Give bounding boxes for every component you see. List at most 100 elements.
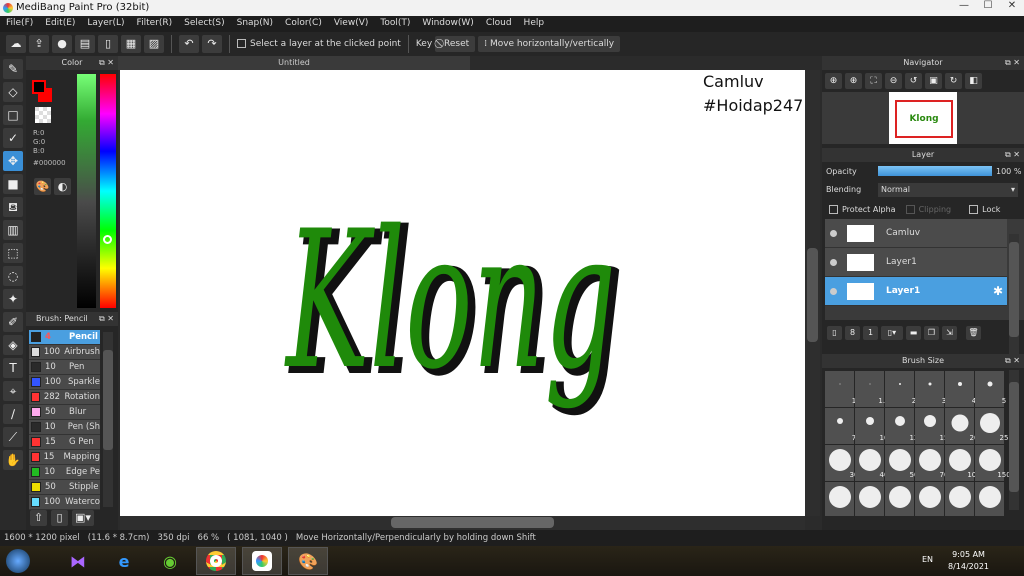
close-button[interactable]: ✕ xyxy=(1000,0,1024,16)
visibility-icon[interactable] xyxy=(830,229,837,237)
gear-icon[interactable]: ✱ xyxy=(993,284,1003,298)
bucket-tool-icon[interactable]: ⛾ xyxy=(3,197,23,217)
text-tool-icon[interactable]: T xyxy=(3,358,23,378)
brush-size-option[interactable]: 30 xyxy=(825,445,858,481)
brush-item[interactable]: 15 Mapping xyxy=(29,450,100,465)
move-hv-button[interactable]: ⁞ Move horizontally/vertically xyxy=(478,36,621,52)
saturation-slider[interactable] xyxy=(77,74,96,308)
brush-size-option[interactable] xyxy=(825,482,854,516)
palette-icon[interactable]: 🎨 xyxy=(34,178,51,195)
comment-icon[interactable]: ● xyxy=(52,35,72,53)
coccoc-browser-icon[interactable]: ◉ xyxy=(150,547,190,575)
new-brush-icon[interactable]: ▯ xyxy=(51,510,68,526)
redo-icon[interactable]: ↷ xyxy=(202,35,222,53)
brush-size-option[interactable]: 1 xyxy=(825,371,856,407)
operation-tool-icon[interactable]: ⌖ xyxy=(3,381,23,401)
dot-tool-icon[interactable]: ✓ xyxy=(3,128,23,148)
brush-tool-icon[interactable]: ✎ xyxy=(3,59,23,79)
lasso-tool-icon[interactable]: ◌ xyxy=(3,266,23,286)
brush-item[interactable]: 100 Waterco xyxy=(29,495,100,510)
menu-color[interactable]: Color(C) xyxy=(285,16,328,32)
checkbox-icon[interactable] xyxy=(237,39,246,48)
message-icon[interactable]: ▤ xyxy=(75,35,95,53)
brush-item[interactable]: 15 G Pen xyxy=(29,435,100,450)
panel-close-icon[interactable]: ⧉ ✕ xyxy=(1005,56,1020,70)
panel-close-icon[interactable]: ⧉ ✕ xyxy=(99,56,114,70)
language-indicator[interactable]: EN xyxy=(922,555,933,564)
brush-size-option[interactable]: 25 xyxy=(975,408,1008,444)
start-button-icon[interactable] xyxy=(0,547,36,575)
new-8bit-layer-icon[interactable]: 8 xyxy=(845,326,860,340)
brush-item[interactable]: 10 Pen xyxy=(29,360,100,375)
brush-size-scrollbar[interactable] xyxy=(1009,370,1019,510)
menu-select[interactable]: Select(S) xyxy=(184,16,231,32)
rotate-right-icon[interactable]: ↻ xyxy=(945,73,962,89)
menu-window[interactable]: Window(W) xyxy=(422,16,479,32)
menu-edit[interactable]: Edit(E) xyxy=(45,16,81,32)
eyedropper-tool-icon[interactable]: ⟋ xyxy=(3,427,23,447)
chrome-icon[interactable] xyxy=(196,547,236,575)
duplicate-layer-icon[interactable]: ❐ xyxy=(924,326,939,340)
menu-filter[interactable]: Filter(R) xyxy=(137,16,179,32)
cloud-icon[interactable]: ☁ xyxy=(6,35,26,53)
divide-tool-icon[interactable]: ∕ xyxy=(3,404,23,424)
select-pen-tool-icon[interactable]: ✐ xyxy=(3,312,23,332)
panel-close-icon[interactable]: ⧉ ✕ xyxy=(99,312,114,326)
brush-size-option[interactable]: 70 xyxy=(915,445,948,481)
brush-size-option[interactable]: 150 xyxy=(975,445,1011,481)
reset-view-icon[interactable]: ▣ xyxy=(925,73,942,89)
brush-size-option[interactable]: 2 xyxy=(885,371,916,407)
brush-size-option[interactable]: 12 xyxy=(885,408,918,444)
menu-view[interactable]: View(V) xyxy=(334,16,375,32)
brush-size-option[interactable]: 4 xyxy=(945,371,976,407)
opacity-slider[interactable] xyxy=(878,166,992,176)
undo-icon[interactable]: ↶ xyxy=(179,35,199,53)
medibang-icon[interactable] xyxy=(242,547,282,575)
cloud-brush-icon[interactable]: ⇧ xyxy=(30,510,47,526)
brush-size-option[interactable]: 7 xyxy=(825,408,856,444)
internet-explorer-icon[interactable]: e xyxy=(104,547,144,575)
panel-close-icon[interactable]: ⧉ ✕ xyxy=(1005,354,1020,368)
brush-size-option[interactable]: 10 xyxy=(855,408,888,444)
select-eraser-tool-icon[interactable]: ◈ xyxy=(3,335,23,355)
brush-size-option[interactable] xyxy=(945,482,974,516)
lock-checkbox[interactable]: Lock xyxy=(969,204,1000,214)
color-history-icon[interactable]: ◐ xyxy=(54,178,71,195)
brush-list-scrollbar[interactable] xyxy=(103,332,113,507)
hand-tool-icon[interactable]: ✋ xyxy=(3,450,23,470)
panel-close-icon[interactable]: ⧉ ✕ xyxy=(1005,148,1020,162)
flip-icon[interactable]: ◧ xyxy=(965,73,982,89)
brush-size-option[interactable] xyxy=(915,482,944,516)
rectangle-tool-icon[interactable]: □ xyxy=(3,105,23,125)
zoom-out-icon[interactable]: ⊖ xyxy=(885,73,902,89)
brush-item[interactable]: 100 Sparkle xyxy=(29,375,100,390)
brush-menu-icon[interactable]: ▣▾ xyxy=(72,510,94,526)
brush-item[interactable]: 10 Pen (Sh xyxy=(29,420,100,435)
navigator-preview[interactable]: Klong xyxy=(822,92,1024,144)
brush-size-option[interactable]: 40 xyxy=(855,445,888,481)
new-layer-icon[interactable]: ▯ xyxy=(827,326,842,340)
blending-select[interactable]: Normal ▾ xyxy=(878,182,1018,197)
eraser-tool-icon[interactable]: ◇ xyxy=(3,82,23,102)
select-layer-checkbox[interactable]: Select a layer at the clicked point xyxy=(237,39,401,49)
navigator-viewport[interactable]: Klong xyxy=(895,100,953,138)
select-tool-icon[interactable]: ⬚ xyxy=(3,243,23,263)
brush-size-option[interactable] xyxy=(855,482,884,516)
clock[interactable]: 9:05 AM 8/14/2021 xyxy=(948,549,989,573)
fill-rect-tool-icon[interactable]: ■ xyxy=(3,174,23,194)
layer-row[interactable]: Layer1 xyxy=(825,248,1007,277)
layer-list-scrollbar[interactable] xyxy=(1009,234,1019,354)
brush-size-option[interactable]: 3 xyxy=(915,371,946,407)
brush-size-option[interactable]: 100 xyxy=(945,445,981,481)
brush-size-option[interactable]: 20 xyxy=(945,408,978,444)
rotate-left-icon[interactable]: ↺ xyxy=(905,73,922,89)
brush-item[interactable]: 50 Stipple xyxy=(29,480,100,495)
menu-cloud[interactable]: Cloud xyxy=(486,16,518,32)
menu-tool[interactable]: Tool(T) xyxy=(380,16,416,32)
hue-slider[interactable] xyxy=(100,74,116,308)
brush-item[interactable]: 50 Blur xyxy=(29,405,100,420)
minimize-button[interactable]: — xyxy=(952,0,976,16)
paint-icon[interactable]: 🎨 xyxy=(288,547,328,575)
menu-layer[interactable]: Layer(L) xyxy=(87,16,130,32)
menu-snap[interactable]: Snap(N) xyxy=(237,16,279,32)
